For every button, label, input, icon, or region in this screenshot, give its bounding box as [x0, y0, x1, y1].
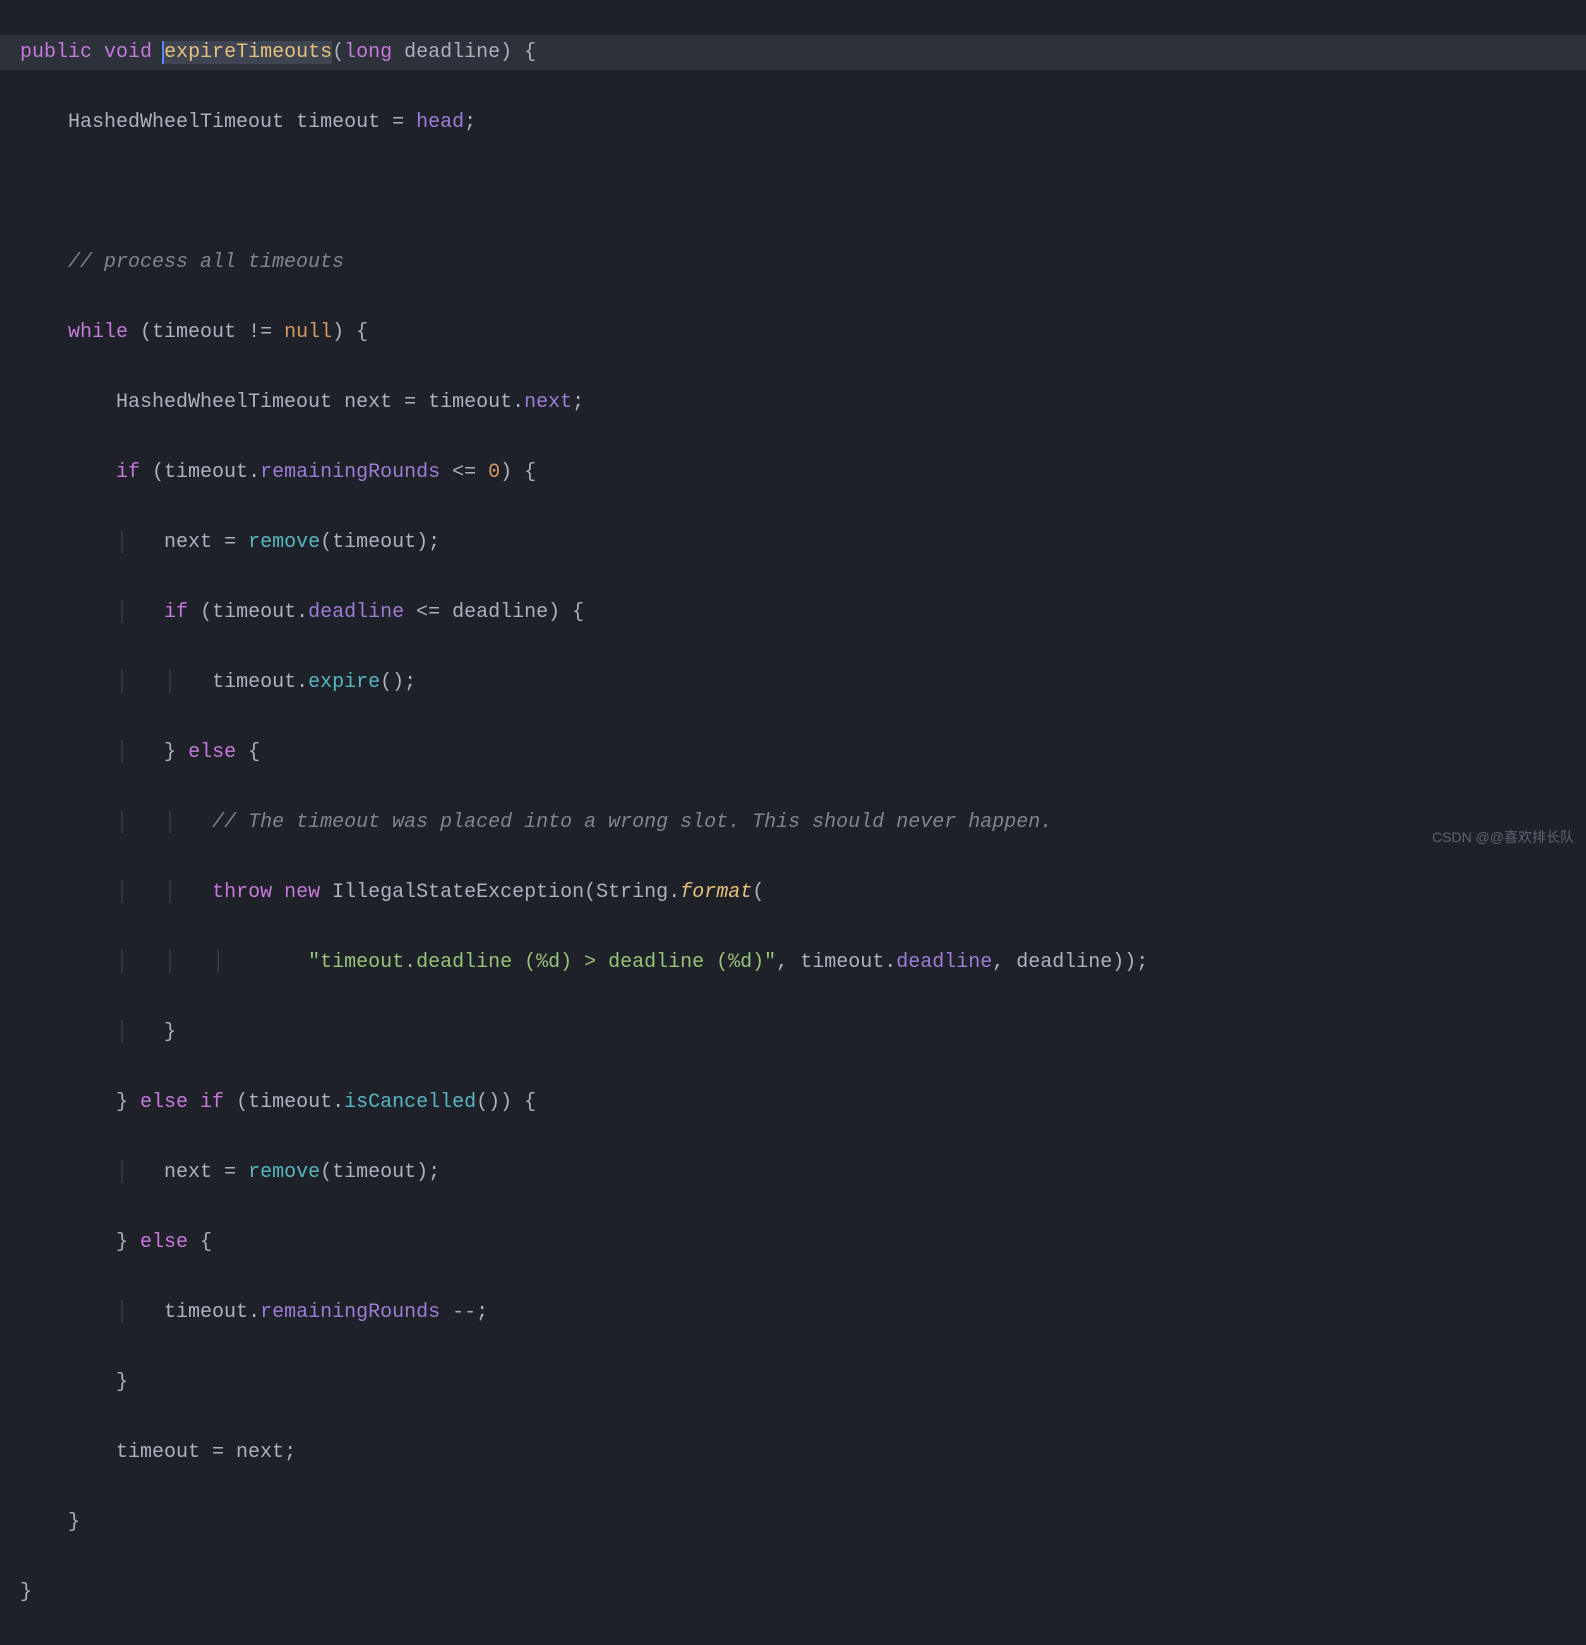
code-line-19: }: [20, 1365, 1566, 1400]
code-line-14: │ }: [20, 1015, 1566, 1050]
code-line-8: │ if (timeout.deadline <= deadline) {: [20, 595, 1566, 630]
code-line-16: │ next = remove(timeout);: [20, 1155, 1566, 1190]
code-line-21: }: [20, 1505, 1566, 1540]
code-line-2: HashedWheelTimeout timeout = head;: [20, 105, 1566, 140]
code-line-22: }: [20, 1575, 1566, 1610]
code-line-1: public void expireTimeouts(long deadline…: [0, 35, 1586, 70]
code-line-10: │ } else {: [20, 735, 1566, 770]
code-line-15: } else if (timeout.isCancelled()) {: [20, 1085, 1566, 1120]
code-line-5: HashedWheelTimeout next = timeout.next;: [20, 385, 1566, 420]
code-line-20: timeout = next;: [20, 1435, 1566, 1470]
watermark: CSDN @@喜欢排长队: [1432, 825, 1574, 850]
code-line-18: │ timeout.remainingRounds --;: [20, 1295, 1566, 1330]
code-line-9: │ │ timeout.expire();: [20, 665, 1566, 700]
code-line-blank: [20, 175, 1566, 210]
code-line-3: // process all timeouts: [20, 245, 1566, 280]
code-line-6: if (timeout.remainingRounds <= 0) {: [20, 455, 1566, 490]
method-declaration: expireTimeouts: [162, 41, 332, 64]
code-line-4: while (timeout != null) {: [20, 315, 1566, 350]
code-line-12: │ │ throw new IllegalStateException(Stri…: [20, 875, 1566, 910]
code-line-13: │ │ │ "timeout.deadline (%d) > deadline …: [20, 945, 1566, 980]
code-line-7: │ next = remove(timeout);: [20, 525, 1566, 560]
code-editor[interactable]: public void expireTimeouts(long deadline…: [0, 0, 1586, 1645]
code-line-17: } else {: [20, 1225, 1566, 1260]
code-line-11: │ │ // The timeout was placed into a wro…: [20, 805, 1566, 840]
